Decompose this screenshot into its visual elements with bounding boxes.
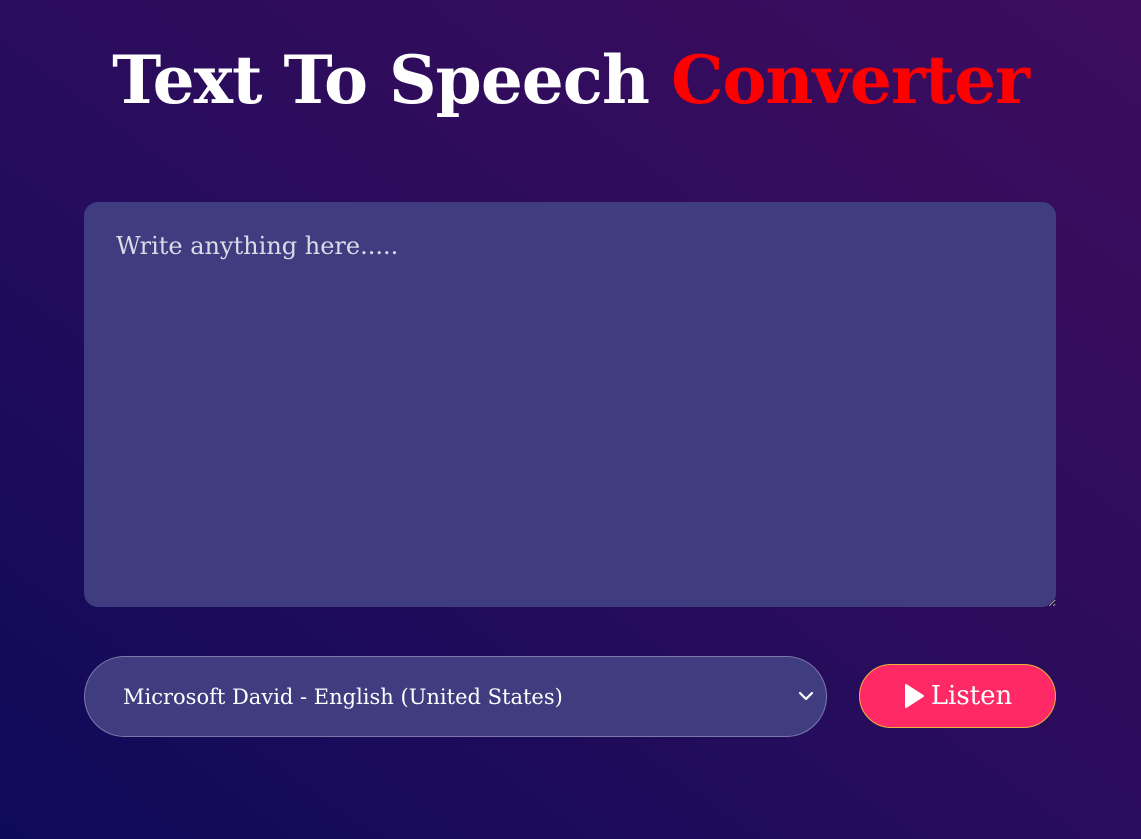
play-icon (904, 684, 924, 708)
title-text: Text To Speech (112, 41, 650, 119)
listen-label: Listen (930, 681, 1013, 711)
voice-select[interactable]: Microsoft David - English (United States… (85, 657, 826, 736)
title-accent-text: Converter (670, 41, 1030, 119)
page-title: Text To Speech Converter (0, 38, 1141, 122)
listen-button[interactable]: Listen (859, 664, 1056, 728)
voice-select-container: Microsoft David - English (United States… (84, 656, 827, 737)
text-input[interactable] (84, 202, 1056, 607)
